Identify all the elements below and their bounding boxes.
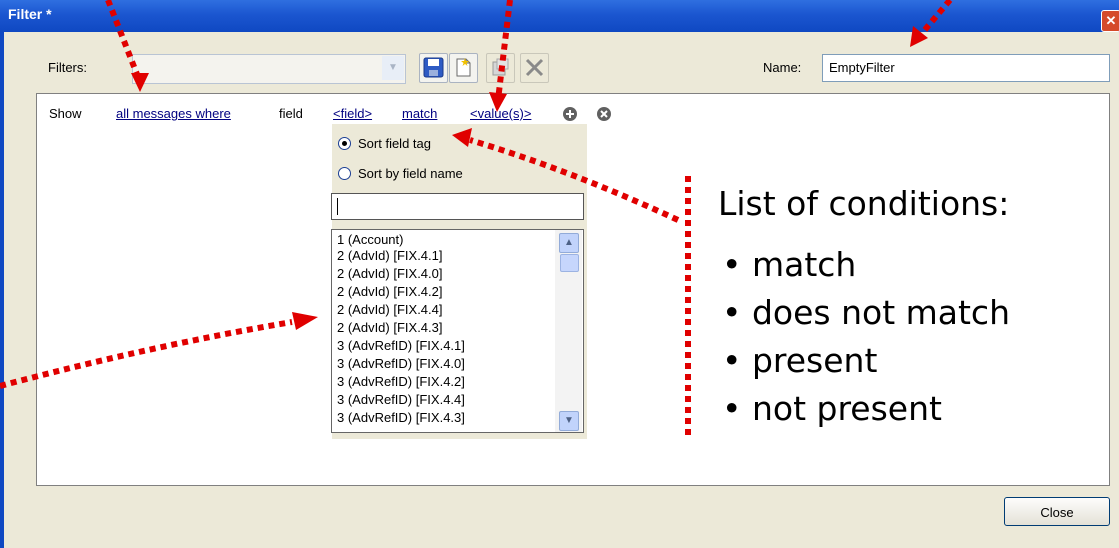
filters-label: Filters: <box>48 60 87 75</box>
field-word: field <box>279 106 303 121</box>
callout-item-text: present <box>751 341 878 380</box>
list-item[interactable]: 3 (AdvRefID) [FIX.4.2] <box>337 373 465 390</box>
save-filter-button[interactable] <box>419 53 448 83</box>
callout-item: • present <box>722 341 878 380</box>
close-button[interactable]: Close <box>1004 497 1110 526</box>
list-item[interactable]: 1 (Account) <box>337 231 403 248</box>
filter-name-value: EmptyFilter <box>829 60 895 75</box>
operator-link[interactable]: match <box>402 106 437 121</box>
delete-filter-button[interactable] <box>520 53 549 83</box>
show-label: Show <box>49 106 82 121</box>
close-window-icon[interactable]: ✕ <box>1101 10 1119 32</box>
list-item[interactable]: 2 (AdvId) [FIX.4.0] <box>337 265 443 282</box>
scroll-up-icon[interactable]: ▲ <box>559 233 579 253</box>
scroll-down-icon[interactable]: ▼ <box>559 411 579 431</box>
filters-select[interactable]: ▼ <box>132 54 406 84</box>
scope-link[interactable]: all messages where <box>116 106 231 121</box>
list-item[interactable]: 2 (AdvId) [FIX.4.2] <box>337 283 443 300</box>
list-scrollbar[interactable]: ▲ ▼ <box>555 230 582 432</box>
list-item[interactable]: 2 (AdvId) [FIX.4.4] <box>337 301 443 318</box>
chevron-down-icon[interactable]: ▼ <box>382 56 404 80</box>
sort-by-tag-radio[interactable] <box>338 137 351 150</box>
add-condition-icon[interactable] <box>562 106 578 122</box>
filter-name-input[interactable]: EmptyFilter <box>822 54 1110 82</box>
window-title: Filter * <box>8 6 52 22</box>
new-filter-button[interactable] <box>449 53 478 83</box>
delete-icon <box>525 58 544 77</box>
new-document-icon <box>456 58 471 77</box>
window-frame-left <box>0 32 4 548</box>
list-item[interactable]: 2 (AdvId) [FIX.4.1] <box>337 247 443 264</box>
list-item[interactable]: 2 (AdvId) [FIX.4.3] <box>337 319 443 336</box>
callout-item: • match <box>722 245 857 284</box>
text-cursor <box>337 198 338 215</box>
callout-item: • not present <box>722 389 942 428</box>
save-icon <box>423 57 444 78</box>
callout-item: • does not match <box>722 293 1010 332</box>
sort-by-name-label: Sort by field name <box>358 166 463 181</box>
callout-title: List of conditions: <box>718 184 1010 223</box>
value-link[interactable]: <value(s)> <box>470 106 531 121</box>
name-label: Name: <box>763 60 802 75</box>
copy-icon <box>492 58 509 76</box>
callout-item-text: match <box>751 245 857 284</box>
scroll-thumb[interactable] <box>560 254 579 272</box>
copy-filter-button[interactable] <box>486 53 515 83</box>
list-item[interactable]: 3 (AdvRefID) [FIX.4.3] <box>337 409 465 426</box>
field-search-input[interactable] <box>331 193 584 220</box>
sort-by-name-radio[interactable] <box>338 167 351 180</box>
list-item[interactable]: 3 (AdvRefID) [FIX.4.4] <box>337 391 465 408</box>
field-link[interactable]: <field> <box>333 106 372 121</box>
callout-item-text: not present <box>751 389 942 428</box>
callout-item-text: does not match <box>751 293 1010 332</box>
field-list[interactable]: 1 (Account) 2 (AdvId) [FIX.4.1] 2 (AdvId… <box>331 229 584 433</box>
title-bar: Filter * ✕ <box>0 0 1119 32</box>
list-item[interactable]: 3 (AdvRefID) [FIX.4.1] <box>337 337 465 354</box>
list-item[interactable]: 3 (AdvRefID) [FIX.4.0] <box>337 355 465 372</box>
remove-condition-icon[interactable] <box>596 106 612 122</box>
sort-by-tag-label: Sort field tag <box>358 136 431 151</box>
